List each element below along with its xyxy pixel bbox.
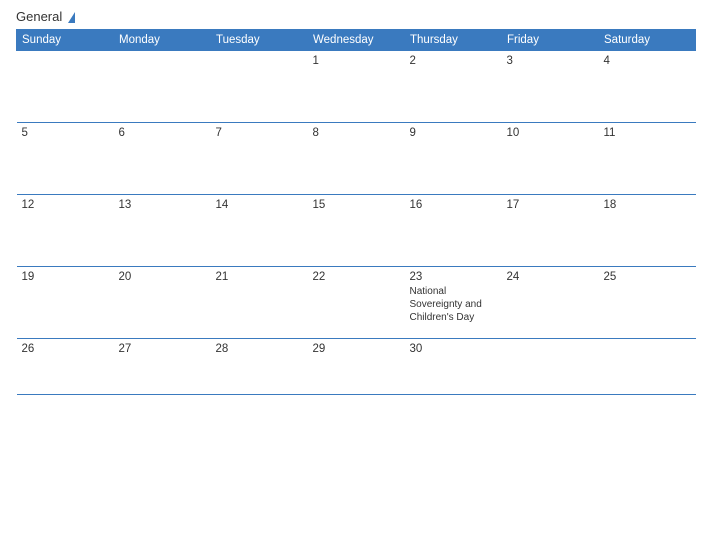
day-number: 14 xyxy=(216,199,303,211)
day-number: 1 xyxy=(313,55,400,67)
day-number: 11 xyxy=(604,127,691,139)
calendar-week-row: 19 20 21 22 23 National Sovereignty and Child… xyxy=(17,267,696,339)
day-number: 20 xyxy=(119,271,206,283)
calendar-cell: 18 xyxy=(599,195,696,267)
day-number: 12 xyxy=(22,199,109,211)
weekday-header-tuesday: Tuesday xyxy=(211,30,308,51)
day-number: 23 xyxy=(410,271,497,283)
day-number: 30 xyxy=(410,343,497,355)
logo-general-text: General xyxy=(16,10,75,23)
day-number: 9 xyxy=(410,127,497,139)
calendar-cell: 21 xyxy=(211,267,308,339)
day-number: 28 xyxy=(216,343,303,355)
calendar-cell: 30 xyxy=(405,339,502,395)
calendar-cell: 13 xyxy=(114,195,211,267)
calendar-week-row: 56789 10 11 xyxy=(17,123,696,195)
weekday-header-thursday: Thursday xyxy=(405,30,502,51)
day-number: 17 xyxy=(507,199,594,211)
calendar-week-row: 12 13 14 15 16 17 18 xyxy=(17,195,696,267)
calendar-cell xyxy=(211,51,308,123)
day-number: 19 xyxy=(22,271,109,283)
weekday-header-saturday: Saturday xyxy=(599,30,696,51)
calendar-cell xyxy=(17,51,114,123)
day-number: 2 xyxy=(410,55,497,67)
day-number: 6 xyxy=(119,127,206,139)
calendar-cell: 12 xyxy=(17,195,114,267)
day-number: 13 xyxy=(119,199,206,211)
day-number: 8 xyxy=(313,127,400,139)
calendar-cell: 6 xyxy=(114,123,211,195)
calendar-cell: 11 xyxy=(599,123,696,195)
day-number: 29 xyxy=(313,343,400,355)
day-number: 24 xyxy=(507,271,594,283)
calendar-week-row: 1234 xyxy=(17,51,696,123)
logo-triangle-icon xyxy=(68,12,75,23)
calendar-cell: 20 xyxy=(114,267,211,339)
day-number: 26 xyxy=(22,343,109,355)
calendar-cell: 27 xyxy=(114,339,211,395)
calendar-cell: 26 xyxy=(17,339,114,395)
header: General xyxy=(16,10,696,23)
calendar-cell: 19 xyxy=(17,267,114,339)
calendar-cell: 2 xyxy=(405,51,502,123)
day-number: 10 xyxy=(507,127,594,139)
day-number: 7 xyxy=(216,127,303,139)
calendar-cell: 9 xyxy=(405,123,502,195)
day-number: 15 xyxy=(313,199,400,211)
calendar-page: General SundayMondayTuesdayWednesdayThur… xyxy=(0,0,712,550)
day-number: 3 xyxy=(507,55,594,67)
weekday-header-sunday: Sunday xyxy=(17,30,114,51)
day-number: 16 xyxy=(410,199,497,211)
calendar-week-row: 26 27 28 29 30 xyxy=(17,339,696,395)
day-number: 21 xyxy=(216,271,303,283)
calendar-table: SundayMondayTuesdayWednesdayThursdayFrid… xyxy=(16,29,696,395)
calendar-cell: 8 xyxy=(308,123,405,195)
calendar-cell xyxy=(599,339,696,395)
calendar-cell: 14 xyxy=(211,195,308,267)
calendar-cell: 1 xyxy=(308,51,405,123)
event-label: National Sovereignty and Children's Day xyxy=(410,285,497,324)
day-number: 5 xyxy=(22,127,109,139)
calendar-cell: 16 xyxy=(405,195,502,267)
weekday-header-row: SundayMondayTuesdayWednesdayThursdayFrid… xyxy=(17,30,696,51)
calendar-cell: 25 xyxy=(599,267,696,339)
day-number: 18 xyxy=(604,199,691,211)
day-number: 27 xyxy=(119,343,206,355)
calendar-cell xyxy=(114,51,211,123)
calendar-cell: 5 xyxy=(17,123,114,195)
calendar-cell: 4 xyxy=(599,51,696,123)
calendar-cell: 23 National Sovereignty and Children's Da… xyxy=(405,267,502,339)
day-number: 22 xyxy=(313,271,400,283)
day-number: 25 xyxy=(604,271,691,283)
calendar-cell: 17 xyxy=(502,195,599,267)
calendar-cell: 24 xyxy=(502,267,599,339)
weekday-header-friday: Friday xyxy=(502,30,599,51)
day-number: 4 xyxy=(604,55,691,67)
logo: General xyxy=(16,10,75,23)
calendar-cell xyxy=(502,339,599,395)
calendar-cell: 10 xyxy=(502,123,599,195)
calendar-cell: 7 xyxy=(211,123,308,195)
weekday-header-wednesday: Wednesday xyxy=(308,30,405,51)
calendar-cell: 3 xyxy=(502,51,599,123)
calendar-cell: 22 xyxy=(308,267,405,339)
calendar-cell: 15 xyxy=(308,195,405,267)
calendar-cell: 28 xyxy=(211,339,308,395)
calendar-cell: 29 xyxy=(308,339,405,395)
weekday-header-monday: Monday xyxy=(114,30,211,51)
